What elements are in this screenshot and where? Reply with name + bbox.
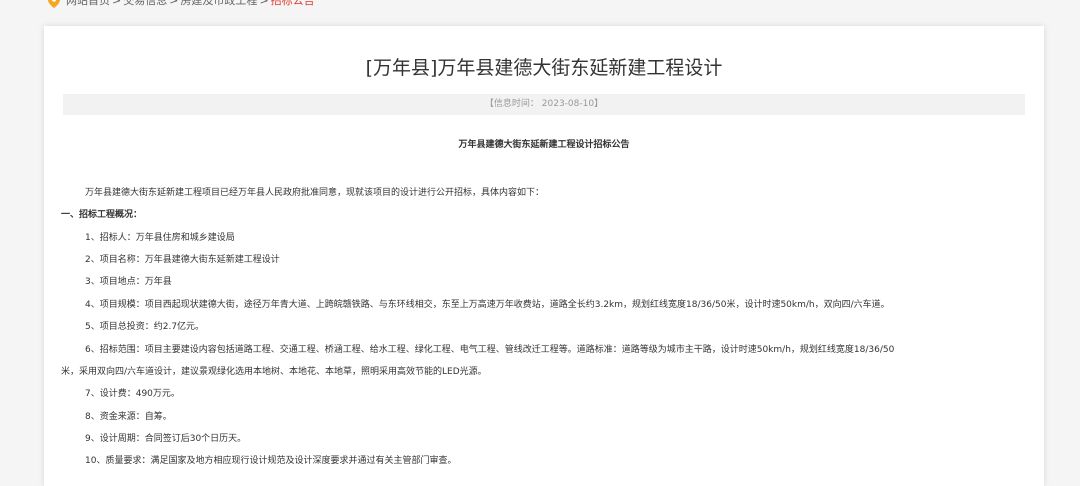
list-item: 1、招标人：万年县住房和城乡建设局 bbox=[85, 233, 235, 243]
article-card: [万年县]万年县建德大街东延新建工程设计 【信息时间： 2023-08-10】 … bbox=[44, 26, 1044, 486]
breadcrumb: 网站首页 > 交易信息 > 房建及市政工程 > 招标公告 bbox=[48, 0, 315, 8]
intro-paragraph: 万年县建德大街东延新建工程项目已经万年县人民政府批准同意，现就该项目的设计进行公… bbox=[85, 188, 545, 198]
location-pin-icon bbox=[48, 0, 60, 8]
list-item: 6、招标范围：项目主要建设内容包括道路工程、交通工程、桥涵工程、给水工程、绿化工… bbox=[85, 345, 895, 355]
article-title: [万年县]万年县建德大街东延新建工程设计 bbox=[365, 57, 723, 79]
list-item: 8、资金来源：自筹。 bbox=[85, 412, 172, 422]
list-item-continuation: 米，采用双向四/六车道设计，建议景观绿化选用本地树、本地花、本地草，照明采用高效… bbox=[61, 367, 487, 377]
breadcrumb-separator: > bbox=[169, 0, 179, 7]
breadcrumb-separator: > bbox=[112, 0, 122, 7]
list-item: 2、项目名称：万年县建德大街东延新建工程设计 bbox=[85, 255, 280, 265]
breadcrumb-current-link[interactable]: 招标公告 bbox=[271, 0, 315, 8]
list-item: 7、设计费：490万元。 bbox=[85, 389, 180, 399]
list-item: 4、项目规模：项目西起现状建德大街，途径万年青大道、上跨皖赣铁路、与东环线相交，… bbox=[85, 300, 890, 310]
breadcrumb-trade-info-link[interactable]: 交易信息 bbox=[123, 0, 167, 8]
list-item: 10、质量要求：满足国家及地方相应现行设计规范及设计深度要求并通过有关主管部门审… bbox=[85, 456, 457, 466]
breadcrumb-construction-link[interactable]: 房建及市政工程 bbox=[180, 0, 257, 8]
section-heading: 一、招标工程概况： bbox=[61, 210, 143, 220]
breadcrumb-home-link[interactable]: 网站首页 bbox=[66, 0, 110, 8]
list-item: 3、项目地点：万年县 bbox=[85, 277, 172, 287]
list-item: 5、项目总投资：约2.7亿元。 bbox=[85, 322, 205, 332]
info-time: 【信息时间： 2023-08-10】 bbox=[484, 99, 604, 109]
breadcrumb-separator: > bbox=[259, 0, 269, 7]
info-time-bar: 【信息时间： 2023-08-10】 bbox=[63, 94, 1025, 115]
list-item: 9、设计周期：合同签订后30个日历天。 bbox=[85, 434, 247, 444]
announcement-subtitle: 万年县建德大街东延新建工程设计招标公告 bbox=[458, 140, 630, 150]
